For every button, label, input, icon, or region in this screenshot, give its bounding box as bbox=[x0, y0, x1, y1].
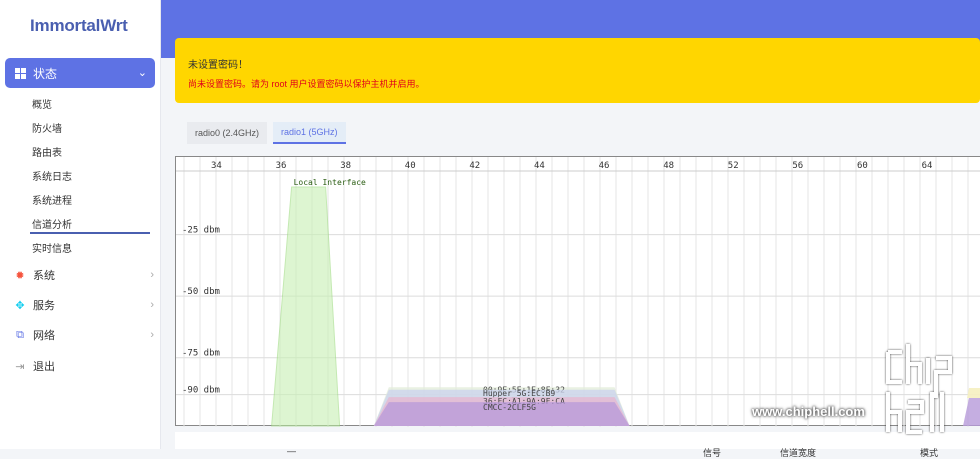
channel-chart: -25 dbm -50 dbm -75 dbm -90 dbm 34 36 38 40 42 44… bbox=[176, 157, 980, 427]
alert-title: 未设置密码！ bbox=[188, 60, 248, 71]
menu-logout-label: 退出 bbox=[33, 361, 55, 373]
chevron-right-icon: › bbox=[150, 269, 154, 281]
x-tick-label: 56 bbox=[792, 161, 803, 171]
table-header-mode: 模式 bbox=[920, 448, 939, 458]
alert-message[interactable]: 尚未设置密码。请为 root 用户设置密码以保护主机并启用。 bbox=[188, 77, 980, 90]
password-alert: 未设置密码！ 尚未设置密码。请为 root 用户设置密码以保护主机并启用。 bbox=[175, 38, 980, 103]
submenu-realtime[interactable]: 实时信息 bbox=[32, 240, 72, 255]
menu-status-label: 状态 bbox=[33, 66, 58, 81]
menu-services[interactable]: ✥ 服务 › bbox=[14, 297, 154, 313]
x-tick-label: 40 bbox=[405, 161, 416, 171]
puzzle-icon: ✥ bbox=[15, 299, 25, 312]
tab-radio0[interactable]: radio0 (2.4GHz) bbox=[187, 122, 268, 144]
network-icon: ⧉ bbox=[16, 328, 24, 341]
series-label: Local Interface bbox=[294, 178, 366, 187]
table-header-signal: 信号 bbox=[703, 448, 722, 458]
x-tick-label: 52 bbox=[728, 161, 739, 171]
x-tick-label: 44 bbox=[534, 161, 545, 171]
sidebar: ImmortalWrt 状态 ⌄ 概览 防火墙 路由表 系统日志 系统进程 信道… bbox=[0, 0, 161, 449]
y-tick-label: -75 dbm bbox=[182, 349, 220, 359]
menu-logout[interactable]: ⇥ 退出 bbox=[14, 358, 154, 374]
gear-icon: ✹ bbox=[15, 269, 25, 282]
menu-network-label: 网络 bbox=[33, 330, 55, 342]
tab-radio1[interactable]: radio1 (5GHz) bbox=[273, 122, 346, 144]
submenu-firewall[interactable]: 防火墙 bbox=[32, 120, 62, 135]
radio-tabs: radio0 (2.4GHz) radio1 (5GHz) bbox=[187, 122, 346, 144]
logout-icon: ⇥ bbox=[15, 360, 25, 373]
logo: ImmortalWrt bbox=[30, 16, 128, 35]
table-header-ssid: — bbox=[287, 446, 296, 456]
x-tick-label: 34 bbox=[211, 161, 222, 171]
x-tick-label: 42 bbox=[469, 161, 480, 171]
x-tick-label: 48 bbox=[663, 161, 674, 171]
menu-network[interactable]: ⧉ 网络 › bbox=[14, 327, 154, 343]
chevron-down-icon: ⌄ bbox=[137, 67, 147, 79]
x-tick-label: 64 bbox=[922, 161, 933, 171]
x-tick-label: 46 bbox=[599, 161, 610, 171]
submenu-syslog[interactable]: 系统日志 bbox=[32, 168, 72, 183]
menu-system[interactable]: ✹ 系统 › bbox=[14, 267, 154, 283]
series-label: CMCC-2CLF5G bbox=[483, 403, 536, 412]
x-tick-label: 36 bbox=[276, 161, 287, 171]
table-header-channel-width: 信道宽度 bbox=[780, 448, 817, 458]
active-indicator bbox=[30, 232, 150, 234]
submenu-processes[interactable]: 系统进程 bbox=[32, 192, 72, 207]
submenu-overview[interactable]: 概览 bbox=[32, 96, 52, 111]
watermark-url: www.chiphell.com bbox=[752, 404, 865, 419]
x-tick-label: 60 bbox=[857, 161, 868, 171]
chevron-right-icon: › bbox=[150, 329, 154, 341]
chiphell-logo bbox=[886, 344, 952, 434]
chevron-right-icon: › bbox=[150, 299, 154, 311]
y-tick-label: -90 dbm bbox=[182, 386, 220, 396]
menu-system-label: 系统 bbox=[33, 270, 55, 282]
menu-status[interactable]: 状态 ⌄ bbox=[5, 58, 155, 88]
y-tick-label: -25 dbm bbox=[182, 226, 220, 236]
dashboard-icon bbox=[15, 67, 26, 79]
y-tick-label: -50 dbm bbox=[182, 287, 220, 297]
submenu-channel-analysis[interactable]: 信道分析 bbox=[32, 216, 72, 231]
submenu-routes[interactable]: 路由表 bbox=[32, 144, 62, 159]
menu-services-label: 服务 bbox=[33, 300, 55, 312]
x-tick-label: 38 bbox=[340, 161, 351, 171]
channel-chart-panel: -25 dbm -50 dbm -75 dbm -90 dbm 34 36 38 40 42 44… bbox=[175, 156, 980, 427]
series-area-local-interface bbox=[271, 186, 341, 427]
